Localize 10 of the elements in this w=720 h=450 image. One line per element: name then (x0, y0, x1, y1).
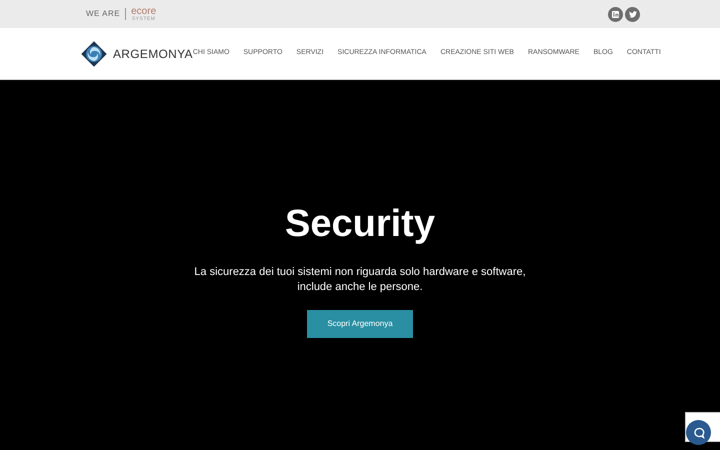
linkedin-icon[interactable] (608, 6, 623, 22)
partner-logo: ecore (131, 6, 156, 16)
chat-bubble-icon (692, 426, 704, 438)
tagline: WE ARE (86, 8, 120, 20)
brand-name: ARGEMONYA (113, 46, 193, 62)
cta-button[interactable]: Scopri Argemonya (307, 310, 413, 338)
hero-title: Security (285, 202, 435, 246)
hero-subtitle-line: include anche le persone. (297, 280, 423, 295)
hero-subtitle-line: La sicurezza dei tuoi sistemi non riguarda solo hardware e software, (194, 265, 526, 280)
twitter-icon[interactable] (625, 6, 640, 22)
